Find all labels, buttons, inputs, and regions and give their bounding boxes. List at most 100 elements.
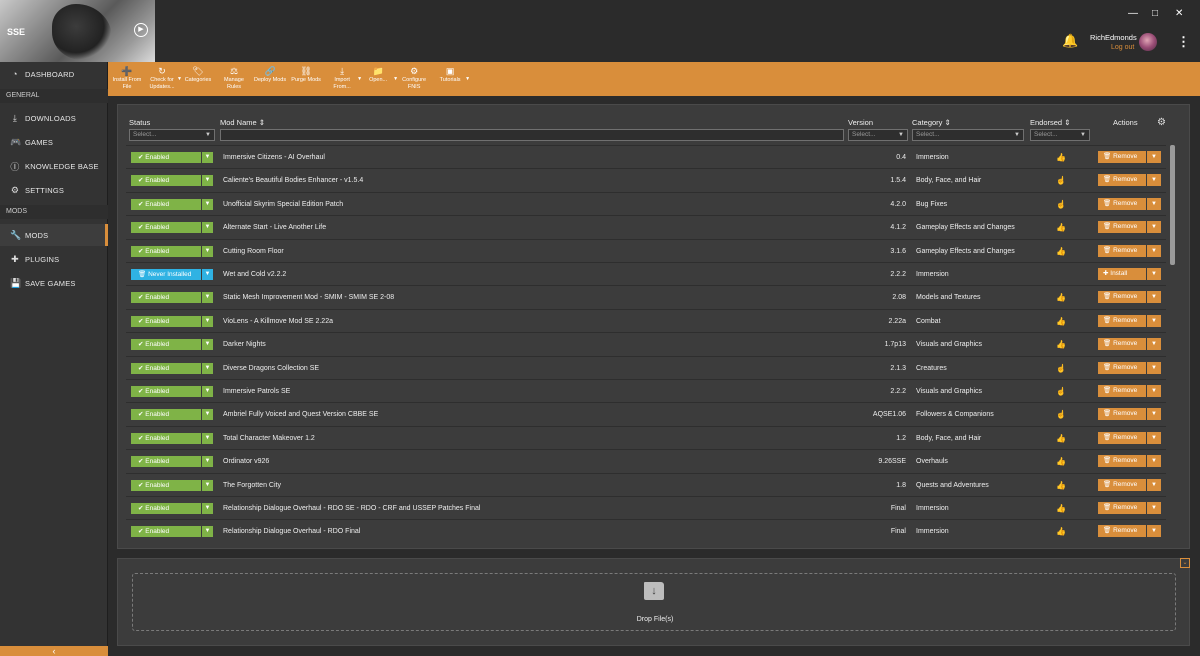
status-toggle[interactable]: ✔ Enabled ▼	[131, 315, 213, 327]
status-button[interactable]: ✔ Enabled	[131, 362, 201, 374]
thumbs-up-filled-icon[interactable]: 👍	[1056, 450, 1066, 473]
status-button[interactable]: ✔ Enabled	[131, 526, 201, 538]
status-toggle[interactable]: ✔ Enabled ▼	[131, 479, 213, 491]
sidebar-item-plugins[interactable]: ✚ PLUGINS	[0, 248, 108, 270]
status-button[interactable]: ✔ Enabled	[131, 409, 201, 421]
toolbar-button-manage[interactable]: ⚖ Manage Rules	[218, 62, 250, 91]
status-dropdown-button[interactable]: ▼	[202, 479, 213, 491]
thumbs-up-filled-icon[interactable]: 👍	[1056, 146, 1066, 169]
remove-button[interactable]: 🗑 Remove	[1098, 338, 1146, 351]
action-dropdown-button[interactable]: ▼	[1147, 291, 1161, 304]
remove-button[interactable]: 🗑 Remove	[1098, 361, 1146, 374]
thumbs-up-filled-icon[interactable]: 👍	[1056, 520, 1066, 543]
status-button[interactable]: ✔ Enabled	[131, 245, 201, 257]
status-dropdown-button[interactable]: ▼	[202, 198, 213, 210]
remove-button[interactable]: 🗑 Remove	[1098, 314, 1146, 327]
status-toggle[interactable]: ✔ Enabled ▼	[131, 152, 213, 163]
table-row[interactable]: ✔ Enabled ▼ Alternate Start - Live Another…	[126, 215, 1166, 238]
status-toggle[interactable]: ✔ Enabled ▼	[131, 292, 213, 304]
status-toggle[interactable]: ✔ Enabled ▼	[131, 245, 213, 257]
thumbs-up-filled-icon[interactable]: 👍	[1056, 333, 1066, 356]
action-dropdown-button[interactable]: ▼	[1147, 268, 1161, 280]
more-vertical-icon[interactable]: ⋮	[1177, 34, 1190, 50]
status-dropdown-button[interactable]: ▼	[202, 503, 213, 514]
table-row[interactable]: ✔ Enabled ▼ Static Mesh Improvement Mod - …	[126, 285, 1166, 308]
action-dropdown-button[interactable]: ▼	[1147, 314, 1161, 327]
thumbs-up-outline-icon[interactable]: ☝	[1056, 169, 1066, 192]
status-button[interactable]: ✔ Enabled	[131, 315, 201, 327]
action-dropdown-button[interactable]: ▼	[1147, 525, 1161, 538]
remove-button[interactable]: 🗑 Remove	[1098, 478, 1146, 491]
status-dropdown-button[interactable]: ▼	[202, 456, 213, 468]
toolbar-button-install-from[interactable]: ➕ Install From File	[112, 62, 142, 91]
action-dropdown-button[interactable]: ▼	[1147, 221, 1161, 234]
thumbs-up-filled-icon[interactable]: 👍	[1056, 310, 1066, 333]
table-row[interactable]: ✔ Enabled ▼ Cutting Room Floor 3.1.6 Gamepla…	[126, 238, 1166, 262]
status-toggle[interactable]: ✔ Enabled ▼	[131, 526, 213, 538]
status-toggle[interactable]: ✔ Enabled ▼	[131, 386, 213, 397]
table-row[interactable]: ✔ Enabled ▼ Immersive Citizens - AI Overha…	[126, 145, 1166, 168]
thumbs-up-filled-icon[interactable]: 👍	[1056, 286, 1066, 309]
remove-button[interactable]: 🗑 Remove	[1098, 455, 1146, 468]
status-button[interactable]: 🗑 Never Installed	[131, 269, 201, 280]
avatar[interactable]	[1139, 33, 1157, 51]
thumbs-up-outline-icon[interactable]: ☝	[1056, 380, 1066, 403]
status-button[interactable]: ✔ Enabled	[131, 222, 201, 234]
column-header-category[interactable]: Category ⇕	[912, 118, 951, 127]
action-dropdown-button[interactable]: ▼	[1147, 151, 1161, 163]
status-button[interactable]: ✔ Enabled	[131, 152, 201, 163]
status-toggle[interactable]: ✔ Enabled ▼	[131, 409, 213, 421]
remove-button[interactable]: 🗑 Remove	[1098, 525, 1146, 538]
toolbar-button-categories[interactable]: 🏷 Categories	[182, 62, 214, 84]
thumbs-up-filled-icon[interactable]: 👍	[1056, 474, 1066, 497]
column-settings-gear-icon[interactable]: ⚙	[1157, 117, 1166, 128]
action-dropdown-button[interactable]: ▼	[1147, 244, 1161, 257]
thumbs-up-filled-icon[interactable]: 👍	[1056, 216, 1066, 239]
toolbar-button-open[interactable]: 📁 Open... ▼	[362, 62, 398, 84]
remove-button[interactable]: 🗑 Remove	[1098, 221, 1146, 234]
sidebar-collapse-button[interactable]: ‹	[0, 646, 108, 656]
remove-button[interactable]: 🗑 Remove	[1098, 197, 1146, 210]
action-dropdown-button[interactable]: ▼	[1147, 455, 1161, 468]
minimize-button[interactable]: —	[1128, 8, 1138, 19]
table-row[interactable]: ✔ Enabled ▼ Immersive Patrols SE 2.2.2 Visua…	[126, 379, 1166, 402]
status-toggle[interactable]: ✔ Enabled ▼	[131, 198, 213, 210]
status-button[interactable]: ✔ Enabled	[131, 432, 201, 444]
status-button[interactable]: ✔ Enabled	[131, 292, 201, 304]
status-dropdown-button[interactable]: ▼	[202, 152, 213, 163]
sidebar-item-dashboard[interactable]: ◔ DASHBOARD	[0, 63, 108, 85]
column-header-endorsed[interactable]: Endorsed ⇕	[1030, 118, 1071, 127]
drop-zone[interactable]: ↓ Drop File(s)	[132, 573, 1176, 631]
toolbar-button-deploy-mods[interactable]: 🔗 Deploy Mods	[254, 62, 286, 84]
remove-button[interactable]: 🗑 Remove	[1098, 151, 1146, 163]
status-dropdown-button[interactable]: ▼	[202, 245, 213, 257]
sidebar-item-games[interactable]: 🎮 GAMES	[0, 131, 108, 153]
action-dropdown-button[interactable]: ▼	[1147, 431, 1161, 444]
remove-button[interactable]: 🗑 Remove	[1098, 174, 1146, 187]
category-filter-select[interactable]: Select... ▼	[912, 129, 1024, 141]
action-dropdown-button[interactable]: ▼	[1147, 502, 1161, 514]
collapse-drop-panel-button[interactable]: ⌄	[1180, 558, 1190, 568]
sidebar-item-settings[interactable]: ⚙ SETTINGS	[0, 179, 108, 201]
status-button[interactable]: ✔ Enabled	[131, 456, 201, 468]
toolbar-button-purge-mods[interactable]: ⛓ Purge Mods	[290, 62, 322, 84]
status-dropdown-button[interactable]: ▼	[202, 432, 213, 444]
close-button[interactable]: ✕	[1175, 8, 1183, 19]
sidebar-item-save-games[interactable]: 💾 SAVE GAMES	[0, 272, 108, 294]
version-filter-select[interactable]: Select... ▼	[848, 129, 908, 141]
status-filter-select[interactable]: Select... ▼	[129, 129, 215, 141]
status-dropdown-button[interactable]: ▼	[202, 339, 213, 351]
action-dropdown-button[interactable]: ▼	[1147, 408, 1161, 421]
column-header-version[interactable]: Version	[848, 118, 873, 127]
thumbs-up-filled-icon[interactable]: 👍	[1056, 497, 1066, 520]
status-button[interactable]: ✔ Enabled	[131, 503, 201, 514]
remove-button[interactable]: 🗑 Remove	[1098, 408, 1146, 421]
action-dropdown-button[interactable]: ▼	[1147, 338, 1161, 351]
status-dropdown-button[interactable]: ▼	[202, 269, 213, 280]
remove-button[interactable]: 🗑 Remove	[1098, 385, 1146, 397]
status-dropdown-button[interactable]: ▼	[202, 292, 213, 304]
thumbs-up-outline-icon[interactable]: ☝	[1056, 193, 1066, 216]
remove-button[interactable]: 🗑 Remove	[1098, 502, 1146, 514]
status-dropdown-button[interactable]: ▼	[202, 222, 213, 234]
toolbar-button-configure[interactable]: ⚙ Configure FNIS	[398, 62, 430, 91]
